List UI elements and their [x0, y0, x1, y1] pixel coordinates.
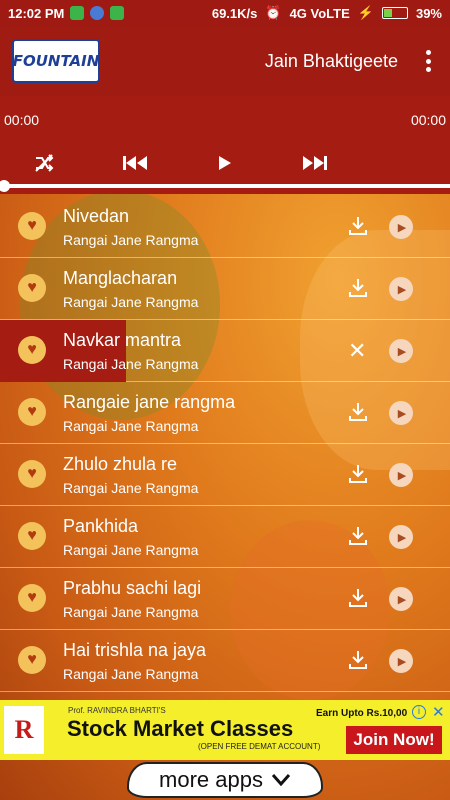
- app-bar: FOUNTAIN Jain Bhaktigeete: [0, 26, 450, 96]
- ad-info-icon[interactable]: i: [412, 705, 426, 719]
- ad-banner[interactable]: R Prof. RAVINDRA BHARTI'S Stock Market C…: [0, 700, 450, 760]
- track-list: ♥ Nivedan Rangai Jane Rangma ▶ ♥ Manglacharan…: [0, 196, 450, 696]
- favorite-heart-icon[interactable]: ♥: [18, 646, 46, 674]
- network-speed: 69.1K/s: [211, 5, 258, 21]
- track-artist: Rangai Jane Rangma: [63, 356, 199, 372]
- track-row[interactable]: ♥ Zhulo zhula re Rangai Jane Rangma ▶: [0, 444, 450, 506]
- player-controls: [0, 148, 450, 178]
- play-track-icon[interactable]: ▶: [389, 587, 413, 611]
- status-time: 12:02 PM: [8, 5, 65, 21]
- shuffle-icon[interactable]: [26, 148, 62, 178]
- ad-close-icon[interactable]: ✕: [432, 703, 445, 721]
- track-row[interactable]: ♥ Rangaie jane rangma Rangai Jane Rangma ▶: [0, 382, 450, 444]
- next-icon[interactable]: [297, 148, 333, 178]
- ad-presenter: Prof. RAVINDRA BHARTI'S: [68, 706, 166, 715]
- ad-earn-text: Earn Upto Rs.10,00: [316, 708, 408, 719]
- favorite-heart-icon[interactable]: ♥: [18, 522, 46, 550]
- track-title: Prabhu sachi lagi: [63, 578, 202, 598]
- battery-percent: 39%: [415, 5, 442, 21]
- notification-icon: [70, 6, 85, 20]
- lightning-icon: ⚡: [357, 5, 374, 20]
- track-row[interactable]: ♥ Pankhida Rangai Jane Rangma ▶: [0, 506, 450, 568]
- track-title: Manglacharan: [63, 268, 178, 288]
- track-row[interactable]: ♥ Nivedan Rangai Jane Rangma ▶: [0, 196, 450, 258]
- play-track-icon[interactable]: ▶: [389, 277, 413, 301]
- ad-join-button[interactable]: Join Now!: [346, 726, 442, 754]
- track-artist: Rangai Jane Rangma: [63, 604, 199, 620]
- track-title: Zhulo zhula re: [63, 454, 178, 474]
- download-icon[interactable]: [346, 462, 370, 486]
- favorite-heart-icon[interactable]: ♥: [18, 274, 46, 302]
- track-title: Navkar mantra: [63, 330, 182, 350]
- download-icon[interactable]: [346, 276, 370, 300]
- download-icon[interactable]: [346, 524, 370, 548]
- favorite-heart-icon[interactable]: ♥: [18, 584, 46, 612]
- seek-bar[interactable]: [0, 180, 450, 192]
- more-apps-button[interactable]: more apps: [127, 762, 323, 798]
- track-artist: Rangai Jane Rangma: [63, 480, 199, 496]
- seek-knob[interactable]: [0, 180, 10, 192]
- play-track-icon[interactable]: ▶: [389, 525, 413, 549]
- play-track-icon[interactable]: ▶: [389, 215, 413, 239]
- cancel-download-icon[interactable]: ✕: [348, 338, 366, 364]
- download-icon[interactable]: [346, 586, 370, 610]
- track-artist: Rangai Jane Rangma: [63, 232, 199, 248]
- battery-icon: [381, 7, 408, 19]
- ad-logo: R: [4, 706, 44, 754]
- track-artist: Rangai Jane Rangma: [63, 666, 199, 682]
- download-icon[interactable]: [346, 648, 370, 672]
- chevron-down-icon: [271, 774, 291, 787]
- app-title: Jain Bhaktigeete: [264, 50, 398, 71]
- play-track-icon[interactable]: ▶: [389, 463, 413, 487]
- track-artist: Rangai Jane Rangma: [63, 418, 199, 434]
- track-title: Nivedan: [63, 206, 130, 226]
- download-icon[interactable]: [346, 214, 370, 238]
- track-artist: Rangai Jane Rangma: [63, 294, 199, 310]
- status-bar: 12:02 PM 69.1K/s ⏰ 4G VoLTE ⚡ 39%: [0, 0, 450, 26]
- network-label: 4G VoLTE: [289, 5, 350, 21]
- track-row[interactable]: ♥ Prabhu sachi lagi Rangai Jane Rangma ▶: [0, 568, 450, 630]
- track-row[interactable]: ♥ Manglacharan Rangai Jane Rangma ▶: [0, 258, 450, 320]
- play-track-icon[interactable]: ▶: [389, 649, 413, 673]
- favorite-heart-icon[interactable]: ♥: [18, 336, 46, 364]
- alarm-icon: ⏰: [265, 5, 282, 20]
- app-notification-icon: [110, 6, 125, 20]
- play-track-icon[interactable]: ▶: [389, 339, 413, 363]
- current-time: 00:00: [4, 112, 40, 128]
- play-track-icon[interactable]: ▶: [389, 401, 413, 425]
- track-artist: Rangai Jane Rangma: [63, 542, 199, 558]
- more-options-icon[interactable]: [418, 46, 438, 76]
- track-row[interactable]: ♥ Hai trishla na jaya Rangai Jane Rangma ▶: [0, 630, 450, 692]
- previous-icon[interactable]: [117, 148, 153, 178]
- favorite-heart-icon[interactable]: ♥: [18, 212, 46, 240]
- track-title: Rangaie jane rangma: [63, 392, 236, 412]
- play-icon[interactable]: [207, 148, 243, 178]
- player-panel: 00:00 00:00: [0, 96, 450, 194]
- fountain-logo: FOUNTAIN: [12, 39, 100, 83]
- ad-headline: Stock Market Classes: [67, 716, 294, 741]
- favorite-heart-icon[interactable]: ♥: [18, 398, 46, 426]
- download-icon[interactable]: [346, 400, 370, 424]
- chrome-icon: [90, 6, 105, 20]
- favorite-heart-icon[interactable]: ♥: [18, 460, 46, 488]
- track-title: Hai trishla na jaya: [63, 640, 207, 660]
- more-apps-label: more apps: [159, 767, 263, 792]
- track-title: Pankhida: [63, 516, 139, 536]
- total-time: 00:00: [410, 112, 446, 128]
- ad-subline: (OPEN FREE DEMAT ACCOUNT): [198, 742, 321, 751]
- track-row[interactable]: ♥ Navkar mantra Rangai Jane Rangma ✕ ▶: [0, 320, 450, 382]
